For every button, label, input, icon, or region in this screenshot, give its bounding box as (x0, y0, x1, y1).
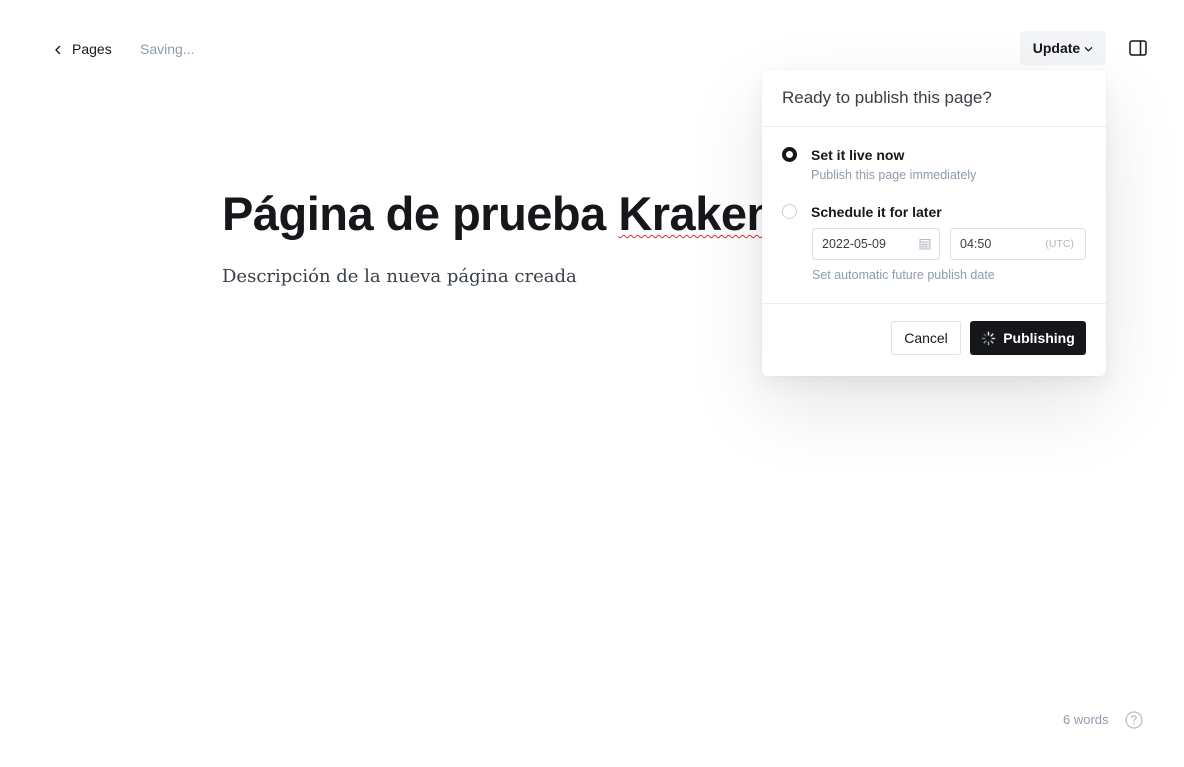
chevron-down-icon (1084, 47, 1093, 52)
schedule-time-value: 04:50 (960, 237, 992, 251)
update-button-label: Update (1032, 40, 1081, 56)
publish-now-label: Set it live now (811, 147, 905, 163)
schedule-date-input[interactable]: 2022-05-09 (812, 228, 940, 260)
publish-now-option[interactable]: Set it live now Publish this page immedi… (782, 147, 976, 182)
publish-now-radio[interactable] (782, 147, 797, 162)
save-status: Saving... (140, 41, 195, 57)
publish-button[interactable]: Publishing (970, 321, 1086, 355)
sidebar-toggle-icon (1129, 40, 1147, 56)
publish-popover-heading: Ready to publish this page? (762, 70, 1106, 127)
cancel-button[interactable]: Cancel (891, 321, 961, 355)
help-icon (1125, 711, 1143, 729)
word-count: 6 words (1063, 712, 1109, 727)
schedule-time-input[interactable]: 04:50 (UTC) (950, 228, 1086, 260)
post-title[interactable]: Página de prueba Kraken (222, 186, 775, 241)
schedule-label: Schedule it for later (811, 204, 942, 220)
publish-popover-footer: Cancel Publishing (762, 303, 1106, 377)
timezone-label: (UTC) (1045, 238, 1074, 250)
chevron-left-icon (52, 43, 64, 55)
publish-now-description: Publish this page immediately (811, 168, 977, 182)
schedule-hint: Set automatic future publish date (812, 268, 995, 282)
post-excerpt[interactable]: Descripción de la nueva página creada (222, 266, 577, 287)
schedule-date-value: 2022-05-09 (822, 237, 886, 251)
calendar-icon (919, 239, 931, 250)
update-button[interactable]: Update (1020, 31, 1106, 65)
page-editor: Pages Saving... Update Página de prueba … (0, 0, 1184, 767)
publish-popover: Ready to publish this page? Set it live … (762, 70, 1106, 376)
schedule-option[interactable]: Schedule it for later (782, 204, 942, 220)
help-button[interactable] (1125, 711, 1143, 729)
sidebar-toggle-button[interactable] (1128, 38, 1148, 58)
back-to-pages-link[interactable]: Pages (52, 38, 112, 60)
spinner-icon (981, 331, 996, 345)
title-text: Página de prueba (222, 187, 619, 240)
publish-button-label: Publishing (1003, 330, 1075, 346)
title-misspelled-word: Kraken (618, 187, 775, 240)
schedule-radio[interactable] (782, 204, 797, 219)
back-link-label: Pages (72, 41, 112, 57)
